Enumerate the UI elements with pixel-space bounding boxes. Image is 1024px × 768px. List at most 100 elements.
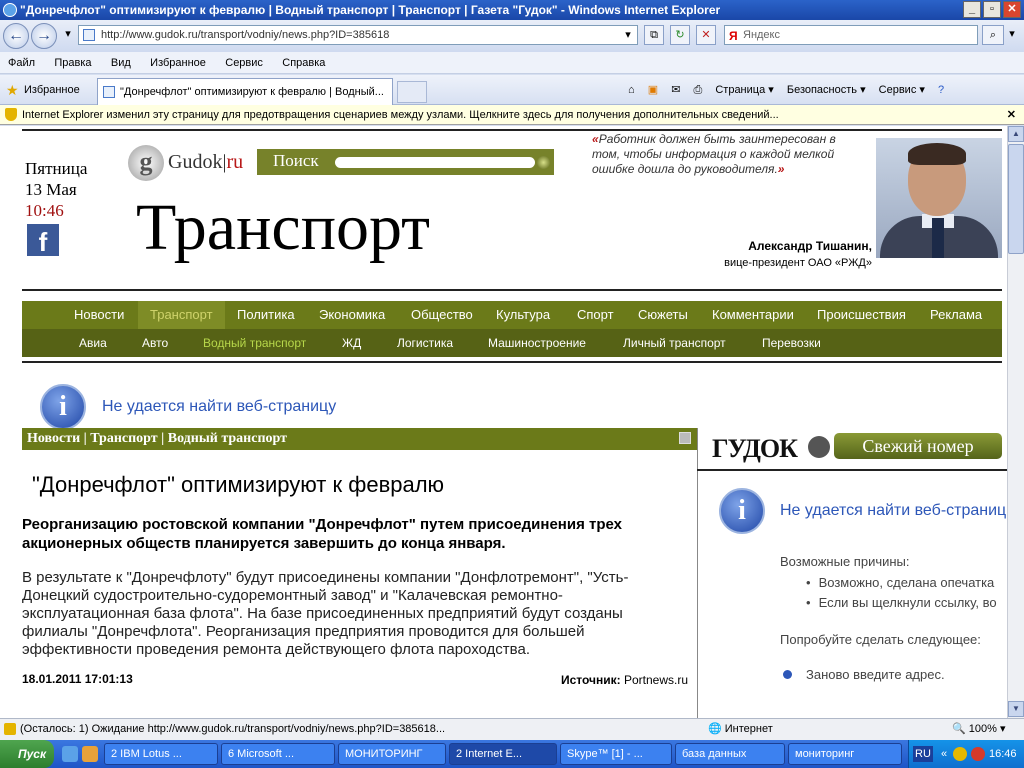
nav-sport[interactable]: Спорт: [577, 301, 614, 329]
nav-comments[interactable]: Комментарии: [712, 301, 794, 329]
information-bar[interactable]: Internet Explorer изменил эту страницу д…: [0, 105, 1024, 125]
task-monitoring-folder[interactable]: МОНИТОРИНГ: [338, 743, 446, 765]
tray-app-icon[interactable]: [971, 747, 985, 761]
scroll-thumb[interactable]: [1008, 144, 1024, 254]
menu-file[interactable]: Файл: [0, 52, 43, 74]
date: 13 Мая: [25, 180, 77, 199]
back-button[interactable]: ←: [3, 23, 29, 49]
quicklaunch-icon[interactable]: [82, 746, 98, 762]
nav-transport[interactable]: Транспорт: [138, 301, 225, 329]
ie-quicklaunch-icon[interactable]: [62, 746, 78, 762]
zoom-level: 100%: [968, 723, 997, 735]
history-dropdown-icon[interactable]: ▾: [58, 25, 78, 45]
search-options-icon[interactable]: ▾: [1005, 25, 1019, 45]
system-tray: RU « 16:46: [908, 740, 1024, 768]
new-tab-button[interactable]: [397, 81, 427, 103]
search-input[interactable]: Я Яндекс: [724, 25, 978, 45]
menu-edit[interactable]: Правка: [46, 52, 99, 74]
menu-favorites[interactable]: Избранное: [142, 52, 214, 74]
nav-ads[interactable]: Реклама: [930, 301, 982, 329]
nav-culture[interactable]: Культура: [496, 301, 550, 329]
nav-politics[interactable]: Политика: [237, 301, 295, 329]
safety-menu[interactable]: Безопасность ▾: [787, 84, 866, 96]
subnav-carriage[interactable]: Перевозки: [762, 329, 821, 357]
tray-app-icon[interactable]: [953, 747, 967, 761]
task-microsoft[interactable]: 6 Microsoft ...: [221, 743, 335, 765]
minimize-button[interactable]: _: [963, 1, 981, 18]
stop-icon[interactable]: ✕: [696, 25, 716, 45]
help-icon[interactable]: ?: [938, 84, 944, 96]
shield-icon: [5, 108, 17, 121]
task-monitoring[interactable]: мониторинг: [788, 743, 902, 765]
nav-stories[interactable]: Сюжеты: [638, 301, 688, 329]
reason-item: Если вы щелкнули ссылку, во: [806, 593, 997, 613]
task-lotus[interactable]: 2 IBM Lotus ...: [104, 743, 218, 765]
gudok-logo-text: ГУДОК: [712, 434, 798, 463]
gudok-logo[interactable]: g Gudok|ru: [128, 145, 256, 181]
reasons-header: Возможные причины:: [780, 554, 910, 569]
yandex-icon: Я: [729, 29, 738, 43]
divider: [22, 289, 1002, 291]
subnav-logistics[interactable]: Логистика: [397, 329, 453, 357]
quote-close: »: [777, 162, 785, 176]
menu-view[interactable]: Вид: [103, 52, 139, 74]
refresh-icon[interactable]: ↻: [670, 25, 690, 45]
breadcrumb-text[interactable]: Новости | Транспорт | Водный транспорт: [27, 431, 287, 446]
task-skype[interactable]: Skype™ [1] - ...: [560, 743, 672, 765]
subnav-avia[interactable]: Авиа: [79, 329, 107, 357]
favorites-star-icon: ★: [6, 82, 19, 98]
subnav-personal[interactable]: Личный транспорт: [623, 329, 726, 357]
language-indicator[interactable]: RU: [913, 746, 933, 762]
task-database[interactable]: база данных: [675, 743, 785, 765]
logo-g: g: [128, 145, 164, 181]
browser-tab[interactable]: "Донречфлот" оптимизируют к февралю | Во…: [97, 78, 393, 105]
subnav-water[interactable]: Водный транспорт: [203, 329, 306, 357]
photo-hair: [908, 143, 966, 165]
nav-news[interactable]: Новости: [74, 301, 124, 329]
ie-icon: [3, 3, 17, 17]
vertical-scrollbar[interactable]: ▲ ▼: [1007, 126, 1024, 718]
menu-help[interactable]: Справка: [274, 52, 333, 74]
nav-economy[interactable]: Экономика: [319, 301, 385, 329]
start-button[interactable]: Пуск: [0, 740, 54, 768]
tools-menu[interactable]: Сервис ▾: [879, 84, 925, 96]
infobar-close-icon[interactable]: ✕: [1007, 105, 1016, 125]
person-photo: [876, 138, 1002, 258]
print-icon[interactable]: ⎙: [693, 84, 702, 96]
facebook-icon[interactable]: f: [27, 224, 59, 257]
article-headline: "Донречфлот" оптимизируют к февралю: [32, 472, 445, 497]
address-dropdown-icon[interactable]: ▾: [620, 26, 636, 44]
nav-society[interactable]: Общество: [411, 301, 473, 329]
status-text: (Осталось: 1) Ожидание http://www.gudok.…: [20, 723, 446, 735]
bullet-icon: [783, 670, 792, 679]
zoom-control[interactable]: 🔍 100% ▾: [952, 719, 1005, 740]
source-name[interactable]: Portnews.ru: [624, 673, 688, 687]
close-button[interactable]: ✕: [1003, 1, 1021, 18]
mail-icon[interactable]: ✉: [671, 84, 680, 96]
page-icon: [83, 29, 95, 41]
task-internet-explorer[interactable]: 2 Internet E...: [449, 743, 557, 765]
compat-view-icon[interactable]: ⧉: [644, 25, 664, 45]
subnav-machinery[interactable]: Машиностроение: [488, 329, 586, 357]
menu-tools[interactable]: Сервис: [217, 52, 271, 74]
address-input[interactable]: http://www.gudok.ru/transport/vodniy/new…: [78, 25, 638, 45]
taskbar: Пуск 2 IBM Lotus ... 6 Microsoft ... МОН…: [0, 740, 1024, 768]
subnav-auto[interactable]: Авто: [142, 329, 168, 357]
site-search-button[interactable]: [537, 156, 550, 169]
home-icon[interactable]: ⌂: [628, 84, 635, 96]
nav-incidents[interactable]: Происшествия: [817, 301, 906, 329]
rss-icon[interactable]: ▣: [648, 84, 658, 96]
scroll-down-icon[interactable]: ▼: [1008, 701, 1024, 717]
favorites-button[interactable]: ★ Избранное: [4, 80, 80, 100]
clock: 16:46: [989, 748, 1017, 760]
tray-expand-icon[interactable]: «: [941, 740, 947, 768]
fresh-issue-button[interactable]: Свежий номер: [834, 433, 1002, 459]
subnav-rail[interactable]: ЖД: [342, 329, 361, 357]
site-search-input[interactable]: [335, 157, 535, 168]
print-icon[interactable]: [679, 432, 691, 444]
forward-button[interactable]: →: [31, 23, 57, 49]
maximize-button[interactable]: ▫: [983, 1, 1001, 18]
search-button-icon[interactable]: ⌕: [982, 25, 1004, 45]
scroll-up-icon[interactable]: ▲: [1008, 126, 1024, 142]
page-menu[interactable]: Страница ▾: [715, 84, 773, 96]
